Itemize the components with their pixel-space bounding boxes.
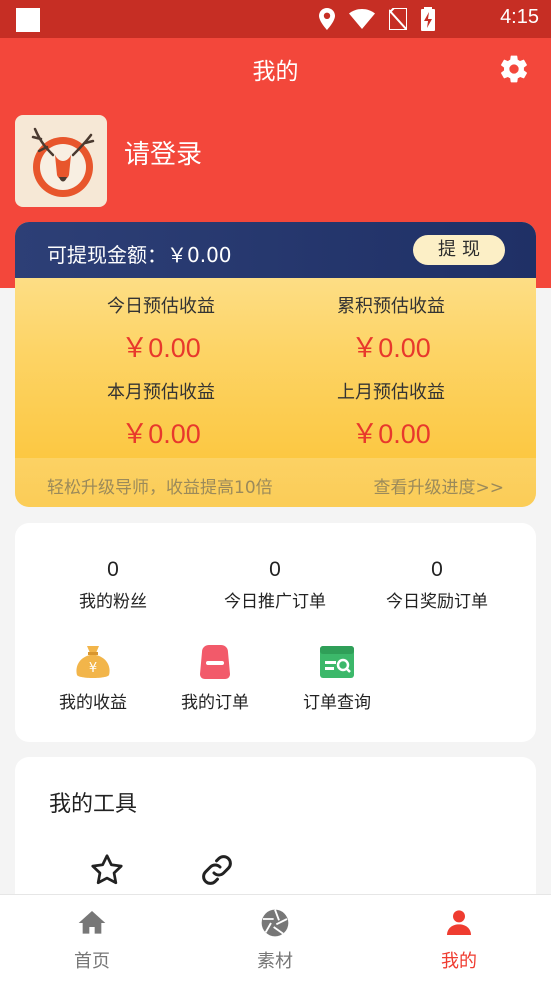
tab-materials-label: 素材 — [257, 951, 293, 972]
promo-orders-label: 今日推广订单 — [224, 592, 326, 612]
page-title: 我的 — [252, 59, 299, 85]
tab-mine[interactable]: 我的 — [399, 907, 519, 973]
withdrawable-amount: 可提现金额：￥0.00 — [47, 243, 232, 267]
deer-logo-icon — [31, 127, 95, 197]
tab-home-label: 首页 — [74, 951, 110, 972]
tab-materials[interactable]: 素材 — [215, 907, 335, 973]
person-icon — [447, 910, 471, 935]
home-icon — [78, 911, 106, 934]
battery-charging-icon — [421, 7, 435, 31]
avatar[interactable] — [15, 115, 107, 207]
location-icon — [319, 8, 335, 30]
today-estimate-value: ￥0.00 — [121, 333, 201, 363]
bottom-tab-bar: 首页 素材 我的 — [0, 894, 551, 981]
status-icons — [319, 7, 435, 31]
tab-home[interactable]: 首页 — [32, 907, 152, 973]
link-icon[interactable] — [199, 852, 235, 888]
order-search-icon — [320, 646, 354, 678]
svg-text:¥: ¥ — [89, 661, 97, 676]
month-estimate-label: 本月预估收益 — [107, 382, 215, 403]
fans-label: 我的粉丝 — [79, 592, 147, 612]
order-box-icon — [200, 645, 230, 679]
money-bag-icon: ¥ — [76, 646, 110, 678]
login-link[interactable]: 请登录 — [124, 134, 202, 171]
today-estimate-label: 今日预估收益 — [107, 296, 215, 317]
fans-count: 0 — [107, 558, 119, 581]
reward-orders-label: 今日奖励订单 — [386, 592, 488, 612]
upgrade-tip: 轻松升级导师，收益提高10倍 — [47, 478, 273, 498]
tools-title: 我的工具 — [49, 792, 138, 817]
settings-gear-icon[interactable] — [498, 53, 530, 85]
total-estimate-value: ￥0.00 — [351, 333, 431, 363]
clock: 4:15 — [500, 6, 539, 28]
no-sim-icon — [389, 8, 407, 30]
tools-panel — [15, 757, 536, 917]
wifi-icon — [349, 9, 375, 29]
reward-orders-count: 0 — [431, 558, 443, 581]
my-earnings-label: 我的收益 — [59, 693, 127, 713]
upgrade-progress-link[interactable]: 查看升级进度>> — [374, 473, 505, 498]
aperture-icon — [261, 909, 289, 937]
order-query-label: 订单查询 — [303, 693, 371, 713]
total-estimate-label: 累积预估收益 — [337, 296, 445, 317]
star-icon[interactable] — [89, 852, 125, 888]
notification-icon — [16, 8, 40, 32]
tab-mine-label: 我的 — [441, 951, 477, 972]
month-estimate-value: ￥0.00 — [121, 419, 201, 449]
status-bar: 4:15 — [0, 0, 551, 38]
earnings-card: 可提现金额：￥0.00 提现 今日预估收益 ￥0.00 累积预估收益 ￥0.00… — [15, 222, 536, 507]
last-month-estimate-value: ￥0.00 — [351, 419, 431, 449]
withdraw-button[interactable]: 提现 — [413, 235, 505, 265]
my-orders-label: 我的订单 — [181, 693, 249, 713]
last-month-estimate-label: 上月预估收益 — [337, 382, 445, 403]
promo-orders-count: 0 — [269, 558, 281, 581]
